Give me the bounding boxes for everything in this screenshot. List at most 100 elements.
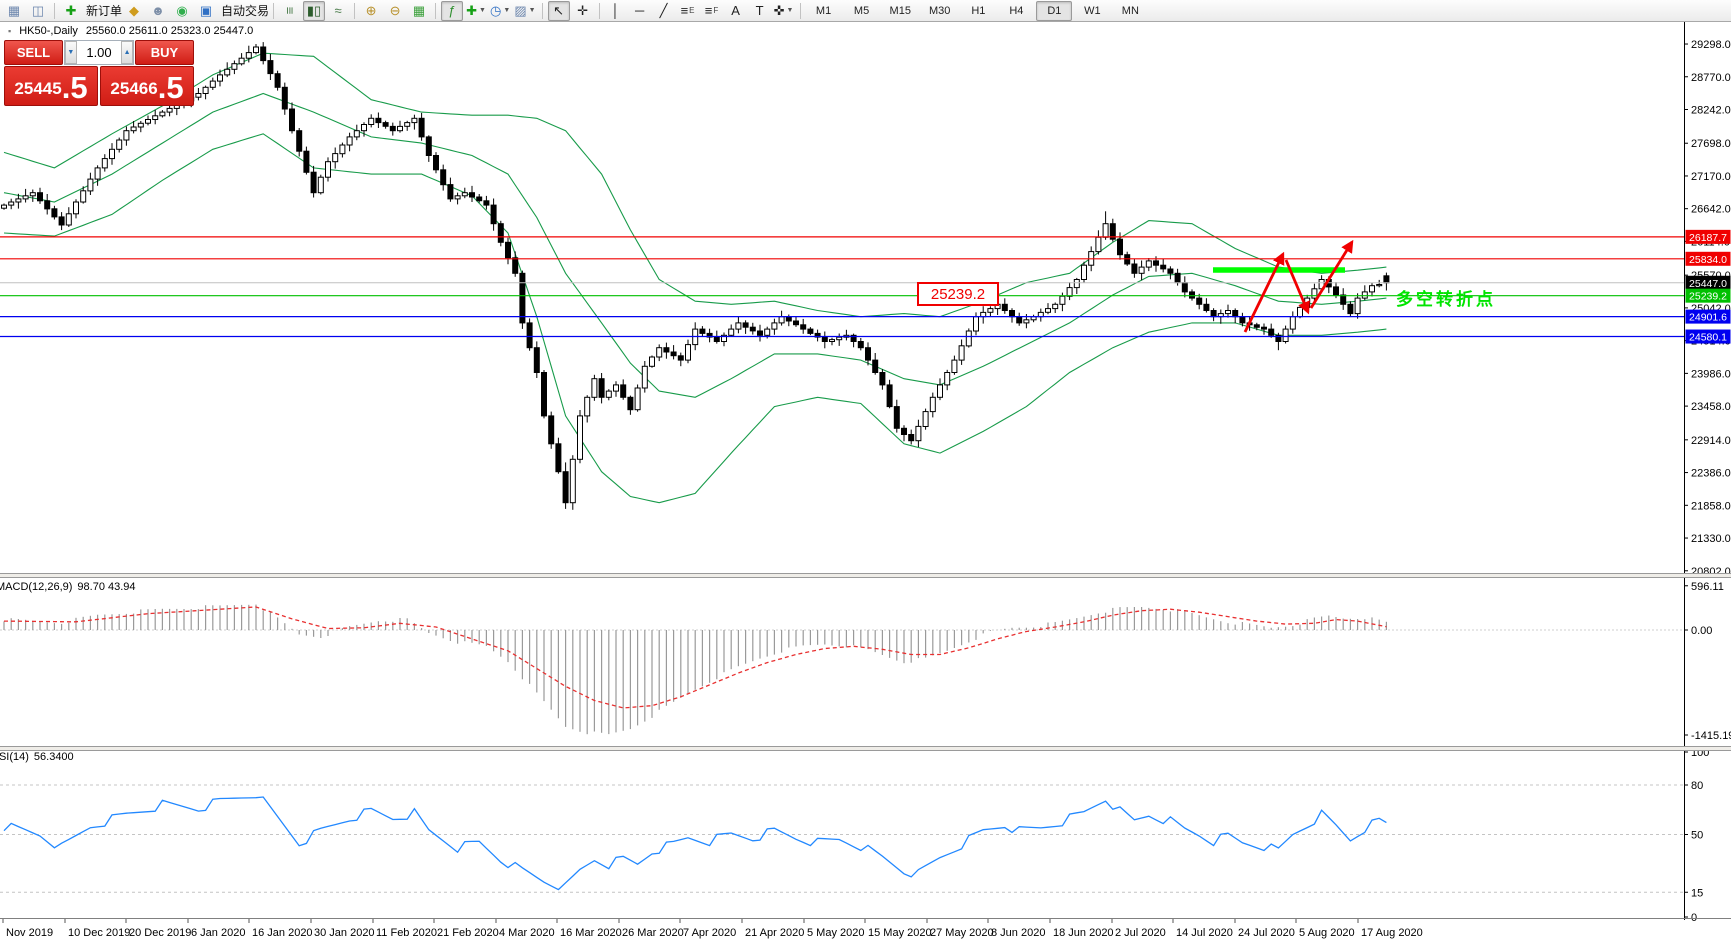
price-level-badge[interactable]: 24580.1 (1685, 329, 1731, 344)
timeframe-m30[interactable]: M30 (921, 1, 958, 21)
arrows-icon[interactable]: ✜ ▼ (773, 1, 795, 21)
timeframe-h4[interactable]: H4 (998, 1, 1034, 21)
candle (116, 137, 123, 153)
sell-price-display[interactable]: 25445.5 (4, 66, 98, 106)
line-chart-icon[interactable]: ≈ (327, 1, 349, 21)
candle (224, 62, 231, 78)
timeframe-m15[interactable]: M15 (882, 1, 919, 21)
candle (1030, 314, 1037, 323)
vline-icon[interactable]: │ (605, 1, 627, 21)
line-chart-icon: ≈ (334, 3, 342, 18)
candle (332, 147, 339, 169)
date-tick-label: 24 Jul 2020 (1238, 927, 1295, 939)
cursor-icon[interactable]: ↖ (547, 0, 570, 21)
date-tick-label: 21 Feb 2020 (437, 927, 499, 939)
autotrading-label[interactable]: 自动交易 (221, 2, 269, 19)
user-account-icon[interactable]: ☻ (147, 1, 169, 21)
periods-icon[interactable]: ◷ ▼ (489, 1, 511, 21)
price-level-badge-label: 25239.2 (1689, 291, 1727, 303)
chevron-down-icon[interactable]: ▼ (503, 7, 510, 14)
zoom-out-icon[interactable]: ⊖ (384, 1, 406, 21)
price-tick-label: 22386.0 (1691, 468, 1731, 480)
volume-up-button[interactable]: ▲ (121, 41, 133, 64)
timeframe-d1[interactable]: D1 (1036, 0, 1073, 21)
timeframe-w1[interactable]: W1 (1074, 1, 1110, 21)
candle (649, 355, 655, 368)
price-tick-label: 26642.0 (1691, 204, 1731, 216)
candle (1160, 258, 1167, 273)
user-account-icon: ☻ (151, 3, 165, 18)
price-level-badge[interactable]: 25239.2 (1685, 288, 1731, 303)
new-order-icon[interactable]: ✚ (60, 1, 82, 21)
candle (1261, 323, 1267, 335)
chevron-down-icon[interactable]: ▼ (529, 7, 536, 14)
pivot-price-label[interactable]: 25239.2 (917, 282, 999, 306)
trend-arrow[interactable] (1243, 251, 1285, 333)
candle (915, 419, 922, 447)
tile-windows-icon[interactable]: ▦ (408, 1, 430, 21)
date-tick-label: 10 Dec 2019 (68, 927, 130, 939)
templates-icon[interactable]: ▨ ▼ (513, 1, 536, 21)
timeframe-m5[interactable]: M5 (844, 1, 880, 21)
chevron-down-icon[interactable]: ▼ (787, 7, 794, 14)
buy-price-display[interactable]: 25466.5 (100, 66, 194, 106)
price-level-badge[interactable]: 25834.0 (1685, 251, 1731, 266)
candle (1289, 311, 1296, 334)
candle (512, 251, 519, 277)
signals-icon[interactable]: ◉ (171, 1, 193, 21)
sell-button[interactable]: SELL (4, 40, 63, 65)
chart-area[interactable]: 29298.0 28770.0 28242.0 27698.0 27170.0 26642… (0, 22, 1731, 944)
buy-button[interactable]: BUY (135, 40, 194, 65)
volume-down-button[interactable]: ▼ (65, 41, 77, 64)
text-icon[interactable]: A (725, 1, 747, 21)
text-label-icon[interactable]: T (749, 1, 771, 21)
candle (677, 352, 684, 367)
date-tick-label: 27 May 2020 (930, 927, 994, 939)
metaeditor-icon[interactable]: ◆ (123, 1, 145, 21)
fibonacci-icon[interactable]: ≡ F (701, 1, 723, 21)
pivot-annotation-text[interactable]: 多空转折点 (1396, 289, 1496, 309)
volume-input[interactable] (76, 41, 122, 64)
price-level-badge[interactable]: 25447.0 (1685, 275, 1731, 290)
candle (987, 306, 994, 317)
candle (289, 102, 295, 134)
chart-window-icon[interactable]: ▦ (3, 1, 25, 21)
candles-chart-icon[interactable]: ▮▯ (303, 0, 326, 21)
timeframe-m1[interactable]: M1 (806, 1, 842, 21)
candle (469, 185, 475, 202)
autotrading-icon[interactable]: ▣ (195, 1, 217, 21)
add-indicator-icon[interactable]: ✚ ▼ (465, 1, 487, 21)
sell-price-pip: .5 (61, 70, 88, 105)
autotrading-icon: ▣ (199, 3, 213, 18)
trendline-icon[interactable]: ╱ (653, 1, 675, 21)
price-level-badge[interactable]: 24901.6 (1685, 309, 1731, 324)
candle (814, 329, 821, 342)
timeframe-mn[interactable]: MN (1112, 1, 1148, 21)
candle (260, 42, 267, 65)
date-tick-label: 17 Aug 2020 (1361, 927, 1423, 939)
chevron-down-icon[interactable]: ▼ (479, 7, 486, 14)
new-order-label[interactable]: 新订单 (86, 2, 122, 19)
candle (1347, 301, 1354, 317)
candle (389, 122, 396, 136)
candle (325, 157, 331, 182)
candle (901, 425, 907, 442)
indicators-icon[interactable]: ƒ (441, 0, 464, 21)
pane-separators[interactable] (0, 573, 1731, 919)
candle (829, 337, 835, 346)
hline-icon[interactable]: ─ (629, 1, 651, 21)
new-order-icon: ✚ (65, 3, 77, 18)
date-axis[interactable]: Nov 2019 10 Dec 201920 Dec 2019 6 Jan 2020… (2, 919, 1423, 939)
data-window-icon[interactable]: ◫ (27, 1, 49, 21)
candle (685, 339, 691, 364)
timeframe-h1[interactable]: H1 (960, 1, 996, 21)
bars-chart-icon[interactable]: ≡ (279, 1, 301, 21)
price-level-badge[interactable]: 26187.7 (1685, 229, 1731, 244)
zoom-in-icon[interactable]: ⊕ (360, 1, 382, 21)
crosshair-icon[interactable]: ✛ (572, 1, 594, 21)
equidistant-channel-icon[interactable]: ≡ E (677, 1, 699, 21)
candle (843, 329, 850, 341)
macd-tick-label: -1415.19 (1691, 730, 1731, 742)
candle (1052, 302, 1059, 313)
candle (634, 384, 641, 412)
